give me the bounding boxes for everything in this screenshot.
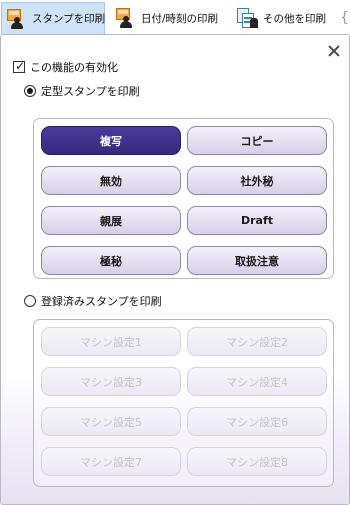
registered-stamp-button[interactable]: マシン設定8: [187, 447, 327, 476]
stamp-button[interactable]: 社外秘: [187, 166, 327, 195]
stamp-button[interactable]: 取扱注意: [187, 246, 327, 275]
date-time-print-icon: [114, 6, 138, 30]
fixed-stamp-group: 複写 コピー 無効 社外秘 親展 Draft 極秘 取扱注意: [33, 118, 334, 279]
registered-stamp-button[interactable]: マシン設定1: [41, 327, 181, 356]
tab-label: スタンプを印刷: [32, 13, 106, 25]
tab-label: その他を印刷: [263, 12, 326, 25]
stamp-button[interactable]: 極秘: [41, 246, 181, 275]
overflow-icon: {: [342, 10, 349, 26]
close-icon[interactable]: [327, 44, 341, 58]
tab-overflow[interactable]: {: [342, 2, 350, 34]
registered-stamp-button[interactable]: マシン設定4: [187, 367, 327, 396]
stamp-print-icon: [5, 7, 29, 31]
registered-stamp-button[interactable]: マシン設定5: [41, 407, 181, 436]
registered-stamp-button[interactable]: マシン設定2: [187, 327, 327, 356]
registered-stamp-group: マシン設定1 マシン設定2 マシン設定3 マシン設定4 マシン設定5 マシン設定…: [33, 319, 334, 487]
registered-stamp-radio[interactable]: [24, 295, 36, 307]
enable-feature-checkbox[interactable]: ✓: [13, 59, 25, 73]
stamp-button[interactable]: コピー: [187, 126, 327, 155]
stamp-settings-panel: ✓ この機能の有効化 定型スタンプを印刷 複写 コピー 無効 社外秘 親展 Dr…: [0, 34, 350, 505]
stamp-button[interactable]: 親展: [41, 206, 181, 235]
registered-stamp-button[interactable]: マシン設定6: [187, 407, 327, 436]
enable-feature-row[interactable]: ✓ この機能の有効化: [13, 59, 118, 75]
tab-bar: スタンプを印刷 日付/時刻の印刷 その他を印刷 {: [0, 0, 350, 34]
tab-stamp-print[interactable]: スタンプを印刷: [1, 2, 105, 34]
stamp-button[interactable]: 無効: [41, 166, 181, 195]
stamp-button[interactable]: Draft: [187, 206, 327, 235]
registered-stamp-button[interactable]: マシン設定3: [41, 367, 181, 396]
registered-stamp-label: 登録済みスタンプを印刷: [41, 295, 162, 308]
tab-other-print[interactable]: その他を印刷: [234, 2, 342, 34]
registered-stamp-button[interactable]: マシン設定7: [41, 447, 181, 476]
registered-stamp-option[interactable]: 登録済みスタンプを印刷: [24, 293, 162, 309]
fixed-stamp-option[interactable]: 定型スタンプを印刷: [24, 83, 140, 99]
enable-feature-label: この機能の有効化: [30, 61, 118, 74]
fixed-stamp-label: 定型スタンプを印刷: [41, 85, 140, 98]
fixed-stamp-radio[interactable]: [24, 85, 36, 97]
stamp-button[interactable]: 複写: [41, 126, 181, 155]
tab-date-time-print[interactable]: 日付/時刻の印刷: [112, 2, 230, 34]
tab-label: 日付/時刻の印刷: [141, 12, 219, 25]
other-print-icon: [236, 6, 260, 30]
